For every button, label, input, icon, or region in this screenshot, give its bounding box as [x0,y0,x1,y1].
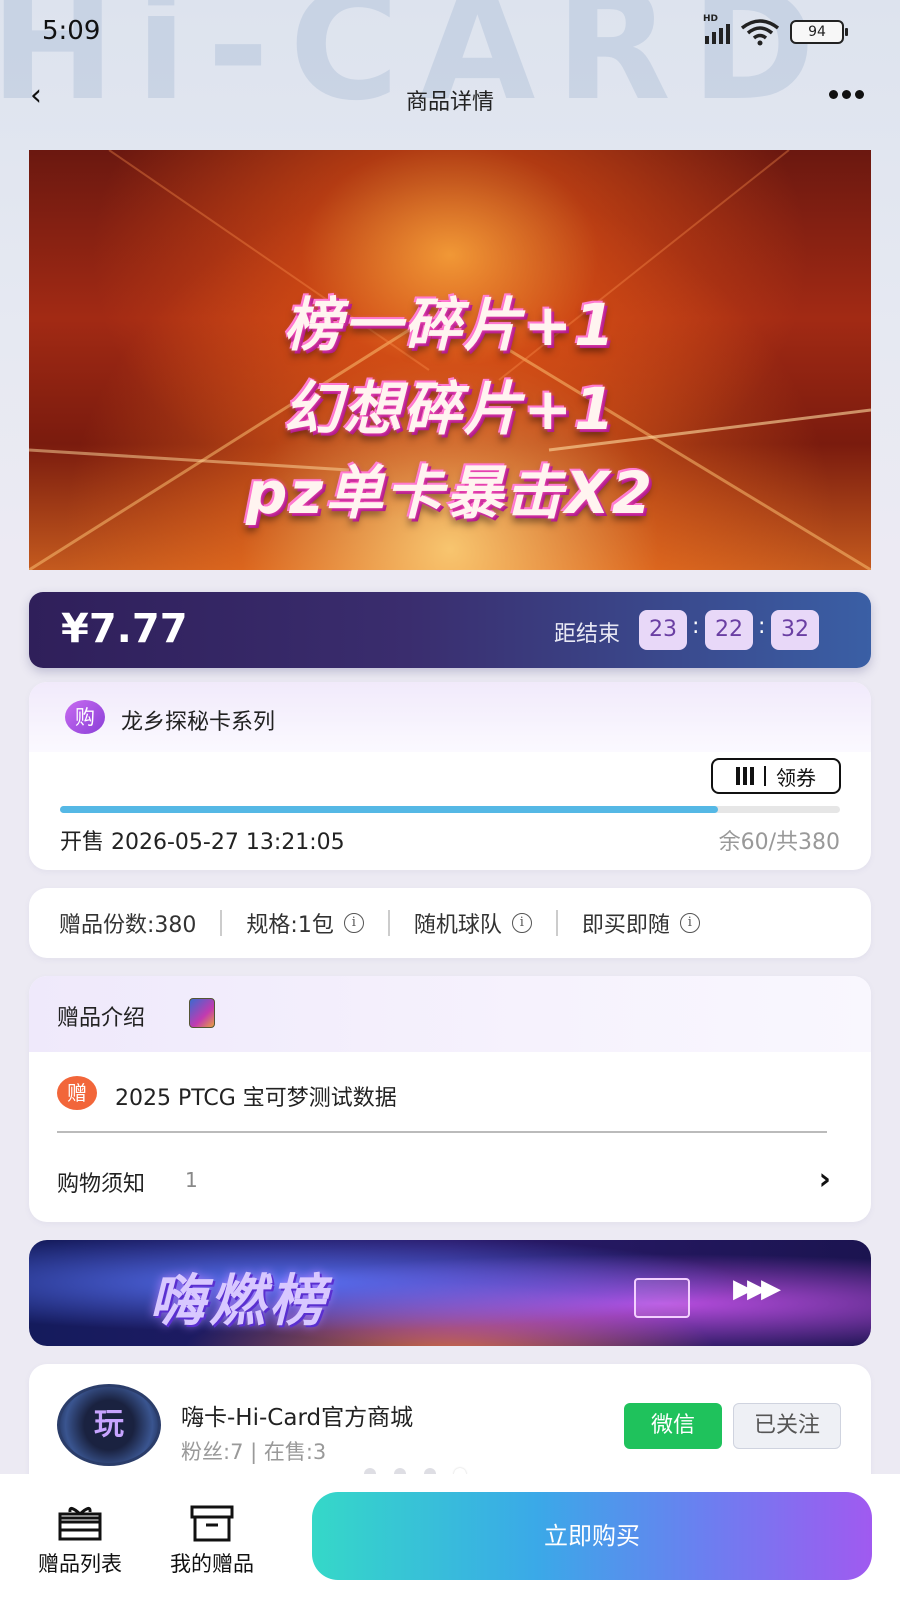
spec-divider [555,910,558,936]
spec-label: 赠品份数:380 [59,913,197,938]
info-icon[interactable]: i [679,913,700,933]
spec-divider [220,910,223,936]
get-coupon-button[interactable]: 领券 [711,758,841,794]
divider [57,1131,827,1133]
gift-intro-header [29,976,871,1052]
status-bar: 5:09 HD 94 [0,0,900,64]
forward-arrows-icon: ▶▶▶ [733,1274,781,1304]
sales-progress-bar [60,806,840,813]
wechat-button[interactable]: 微信 [624,1403,722,1449]
hot-ranking-title: 嗨燃榜 [149,1269,329,1334]
sale-start-time: 开售 2026-05-27 13:21:05 [60,830,345,855]
status-icons: HD 94 [703,14,848,46]
shop-stats: 粉丝:7 | 在售:3 [181,1440,327,1464]
price-bar: ¥7.77 距结束 23 : 22 : 32 [29,592,871,668]
spec-label: 即买即随 [581,913,670,938]
banner-line-1: 榜一碎片+1 [283,291,617,359]
chevron-right-icon[interactable]: › [819,1162,831,1197]
gift-card-thumbnail[interactable] [189,998,215,1028]
countdown-minutes: 22 [705,610,753,650]
status-time: 5:09 [42,16,101,46]
coupon-divider [764,766,766,786]
shop-avatar[interactable]: 玩 [57,1384,161,1466]
tab-my-gifts[interactable]: 我的赠品 [170,1504,254,1578]
wifi-icon [740,19,780,46]
banner-line-2: 幻想碎片+1 [283,375,617,443]
coupon-ticket-icon [736,767,754,785]
info-icon[interactable]: i [511,913,532,933]
archive-box-icon [189,1504,235,1542]
buy-badge-icon: 购 [65,700,105,734]
spec-card: 赠品份数:380 规格:1包 i 随机球队 i 即买即随 i [29,888,871,958]
more-dots-icon[interactable] [829,90,864,99]
countdown-hours: 23 [639,610,687,650]
treasure-box-icon [634,1278,690,1318]
countdown-separator: : [692,614,700,639]
gift-name: 2025 PTCG 宝可梦测试数据 [115,1086,397,1111]
stock-remaining: 余60/共380 [718,830,840,855]
gift-intro-card: 赠品介绍 赠 2025 PTCG 宝可梦测试数据 购物须知 1 › [29,976,871,1222]
product-series-name: 龙乡探秘卡系列 [121,710,276,735]
followed-button[interactable]: 已关注 [733,1403,841,1449]
sales-progress-fill [60,806,718,813]
banner-line-3: pz单卡暴击X2 [245,459,655,527]
page-title: 商品详情 [405,90,494,115]
shopping-notice-count: 1 [185,1168,198,1192]
spec-label: 随机球队 [413,913,502,938]
spec-random-team[interactable]: 随机球队 i [414,907,532,939]
tab-label: 我的赠品 [170,1552,254,1576]
hot-ranking-banner[interactable]: 嗨燃榜 ▶▶▶ [29,1240,871,1346]
network-type-label: HD [703,14,719,24]
countdown-label: 距结束 [554,622,621,647]
tab-gift-list[interactable]: 赠品列表 [38,1504,122,1578]
bottom-action-bar: 赠品列表 我的赠品 立即购买 [0,1474,900,1600]
shop-name[interactable]: 嗨卡-Hi-Card官方商城 [181,1398,413,1432]
spec-instant[interactable]: 即买即随 i [582,907,700,939]
spec-label: 规格:1包 [246,913,334,938]
info-icon[interactable]: i [343,913,364,933]
cellular-signal-icon: HD [703,14,730,44]
product-info-card: 购 龙乡探秘卡系列 领券 开售 2026-05-27 13:21:05 余60/… [29,682,871,870]
spec-divider [387,910,390,936]
countdown-seconds: 32 [771,610,819,650]
nav-header: ‹ 商品详情 [0,72,900,122]
shopping-notice-label[interactable]: 购物须知 [57,1166,145,1198]
battery-indicator: 94 [790,20,848,44]
spec-package[interactable]: 规格:1包 i [246,907,364,939]
spec-gift-count: 赠品份数:380 [59,907,196,939]
gift-intro-title: 赠品介绍 [57,1006,146,1031]
product-banner-image[interactable]: 榜一碎片+1 幻想碎片+1 pz单卡暴击X2 [29,150,871,570]
price: ¥7.77 [61,606,188,652]
coupon-label: 领券 [776,765,816,790]
countdown-separator: : [758,614,766,639]
gift-box-icon [57,1504,103,1542]
tab-label: 赠品列表 [38,1552,122,1576]
buy-now-button[interactable]: 立即购买 [312,1492,872,1580]
gift-badge-icon: 赠 [57,1076,97,1110]
